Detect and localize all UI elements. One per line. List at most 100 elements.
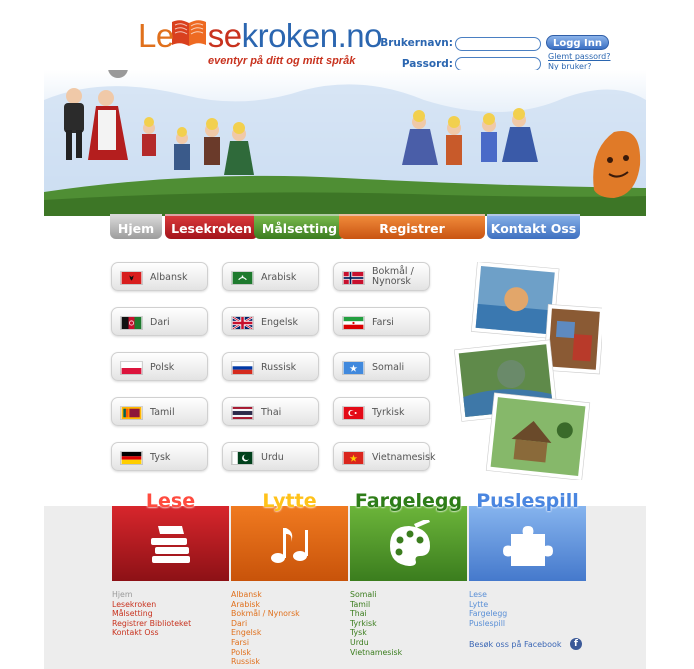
poland-flag-icon — [120, 361, 143, 375]
facebook-icon: f — [570, 638, 582, 650]
footer-link-language[interactable]: Dari — [231, 619, 300, 629]
footer-link-activity[interactable]: Fargelegg — [469, 609, 507, 619]
language-button-arabisk[interactable]: Arabisk — [222, 262, 319, 291]
music-notes-icon — [271, 528, 308, 563]
footer-link-language[interactable]: Russisk — [231, 657, 300, 667]
category-lytte[interactable]: Lytte — [231, 490, 348, 581]
footer-link-registrer[interactable]: Registrer Biblioteket — [112, 619, 191, 629]
footer-link-malsetting[interactable]: Målsetting — [112, 609, 191, 619]
story-photo-collage — [453, 262, 602, 480]
footer-link-language[interactable]: Tysk — [350, 628, 402, 638]
language-grid: Albansk Arabisk Bokmål / Nynorsk Dari En… — [111, 262, 435, 474]
language-label: Somali — [372, 362, 405, 373]
category-lese[interactable]: Lese — [112, 490, 229, 581]
uk-flag-icon — [231, 316, 254, 330]
language-button-vietnamesisk[interactable]: Vietnamesisk — [333, 442, 435, 471]
language-button-bokmal-nynorsk[interactable]: Bokmål / Nynorsk — [333, 262, 430, 291]
footer-link-activity[interactable]: Lese — [469, 590, 507, 600]
sri-lanka-flag-icon — [120, 406, 143, 420]
language-button-farsi[interactable]: Farsi — [333, 307, 430, 336]
nav-tab-home[interactable]: Hjem — [110, 214, 162, 239]
photo-forest-cabin — [485, 392, 591, 480]
puzzle-piece-icon — [503, 526, 553, 566]
iran-flag-icon — [342, 316, 365, 330]
nav-tab-malsetting[interactable]: Målsetting — [254, 214, 345, 239]
category-title-lese: Lese — [145, 490, 196, 512]
language-label: Thai — [261, 407, 282, 418]
language-button-somali[interactable]: Somali — [333, 352, 430, 381]
language-button-russisk[interactable]: Russisk — [222, 352, 319, 381]
facebook-link[interactable]: Besøk oss på Facebook f — [469, 638, 582, 650]
vietnam-flag-icon — [342, 451, 365, 465]
language-button-dari[interactable]: Dari — [111, 307, 208, 336]
norway-flag-icon — [342, 271, 365, 285]
password-input[interactable] — [455, 57, 541, 71]
language-button-polsk[interactable]: Polsk — [111, 352, 208, 381]
books-icon — [151, 526, 190, 563]
password-label: Passord: — [401, 58, 453, 70]
russia-flag-icon — [231, 361, 254, 375]
facebook-link-label: Besøk oss på Facebook — [469, 640, 562, 649]
footer-link-language[interactable]: Albansk — [231, 590, 300, 600]
language-button-engelsk[interactable]: Engelsk — [222, 307, 319, 336]
language-button-thai[interactable]: Thai — [222, 397, 319, 426]
category-title-fargelegg: Fargelegg — [354, 490, 463, 512]
footer-link-language[interactable]: Farsi — [231, 638, 300, 648]
language-label: Farsi — [372, 317, 394, 328]
language-label: Albansk — [150, 272, 188, 283]
logo-text-part3: kroken.no — [241, 17, 383, 54]
main-nav: Hjem Lesekroken Målsetting Registrer Bib… — [110, 214, 580, 261]
footer-link-language[interactable]: Polsk — [231, 648, 300, 658]
footer-column-languages-1: Albansk Arabisk Bokmål / Nynorsk Dari En… — [231, 590, 300, 667]
language-button-albansk[interactable]: Albansk — [111, 262, 208, 291]
footer-column-pages: Hjem Lesekroken Målsetting Registrer Bib… — [112, 590, 191, 638]
language-button-tysk[interactable]: Tysk — [111, 442, 208, 471]
footer-link-lesekroken[interactable]: Lesekroken — [112, 600, 191, 610]
nav-tab-lesekroken[interactable]: Lesekroken — [165, 214, 258, 239]
username-label: Brukernavn: — [380, 37, 453, 49]
login-button[interactable]: Logg Inn — [546, 35, 609, 50]
category-puslespill[interactable]: Puslespill — [469, 490, 586, 581]
language-label: Tamil — [150, 407, 175, 418]
language-label: Dari — [150, 317, 170, 328]
language-label: Engelsk — [261, 317, 298, 328]
footer-link-language[interactable]: Tamil — [350, 600, 402, 610]
username-input[interactable] — [455, 37, 541, 51]
category-fargelegg[interactable]: Fargelegg — [350, 490, 467, 581]
footer-link-hjem[interactable]: Hjem — [112, 590, 191, 600]
thailand-flag-icon — [231, 406, 254, 420]
site-logo[interactable]: Le sekroken.no eventyr på ditt og mitt sp… — [138, 16, 383, 72]
footer-link-activity[interactable]: Puslespill — [469, 619, 507, 629]
language-button-tyrkisk[interactable]: Tyrkisk — [333, 397, 430, 426]
nav-tab-registrer[interactable]: Registrer Biblioteket — [339, 214, 485, 261]
language-label: Arabisk — [261, 272, 297, 283]
footer-link-language[interactable]: Urdu — [350, 638, 402, 648]
category-title-puslespill: Puslespill — [476, 490, 579, 512]
photo-baby-in-water — [470, 262, 560, 339]
forgot-password-link[interactable]: Glemt passord? — [548, 52, 611, 61]
turkey-flag-icon — [342, 406, 365, 420]
footer-link-language[interactable]: Somali — [350, 590, 402, 600]
language-label: Tysk — [150, 452, 171, 463]
language-button-tamil[interactable]: Tamil — [111, 397, 208, 426]
language-label: Vietnamesisk — [372, 452, 436, 463]
footer-column-languages-2: Somali Tamil Thai Tyrkisk Tysk Urdu Viet… — [350, 590, 402, 657]
albania-flag-icon — [120, 271, 143, 285]
footer-link-language[interactable]: Thai — [350, 609, 402, 619]
language-button-urdu[interactable]: Urdu — [222, 442, 319, 471]
logo-text-part2: se — [207, 17, 242, 54]
afghanistan-flag-icon — [120, 316, 143, 330]
logo-wordmark: Le sekroken.no — [138, 16, 383, 56]
footer-link-language[interactable]: Vietnamesisk — [350, 648, 402, 658]
nav-tab-kontakt[interactable]: Kontakt Oss — [487, 214, 580, 239]
logo-text-part1: Le — [138, 17, 174, 54]
somalia-flag-icon — [342, 361, 365, 375]
logo-tagline: eventyr på ditt og mitt språk — [208, 55, 356, 67]
footer-link-language[interactable]: Bokmål / Nynorsk — [231, 609, 300, 619]
footer-link-kontakt[interactable]: Kontakt Oss — [112, 628, 191, 638]
footer-link-language[interactable]: Engelsk — [231, 628, 300, 638]
footer-link-activity[interactable]: Lytte — [469, 600, 507, 610]
pakistan-flag-icon — [231, 451, 254, 465]
footer-link-language[interactable]: Tyrkisk — [350, 619, 402, 629]
footer-link-language[interactable]: Arabisk — [231, 600, 300, 610]
